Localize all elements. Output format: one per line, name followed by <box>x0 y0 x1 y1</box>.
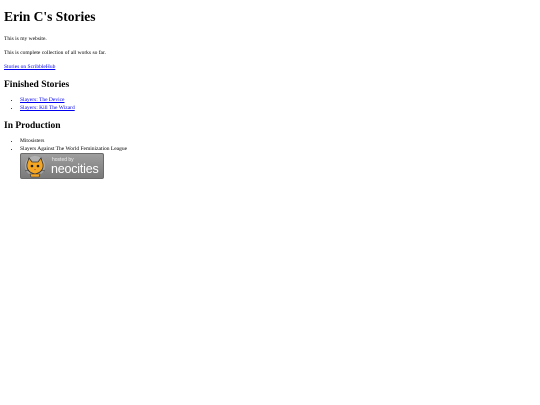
finished-stories-list: Slayers: The Device Slayers: Kill The Wi… <box>4 96 536 112</box>
intro-text: This is my website. <box>4 36 47 42</box>
story-link-slayers-kill-the-wizard[interactable]: Slayers: Kill The Wizard <box>20 105 75 111</box>
story-link-slayers-the-device[interactable]: Slayers: The Device <box>20 97 65 103</box>
page-content: Erin C's Stories This is my website. Thi… <box>0 0 540 179</box>
page-title: Erin C's Stories <box>4 9 96 24</box>
list-item: Slayers: Kill The Wizard <box>20 104 536 112</box>
neocities-cat-icon <box>24 156 46 178</box>
list-item: Slayers: The Device <box>20 96 536 104</box>
list-item: Slayers Against The World Feminization L… <box>20 145 536 153</box>
badge-big-text: neocities <box>51 162 99 176</box>
list-item: Mitosisters <box>20 137 536 145</box>
collection-text: This is complete collection of all works… <box>4 50 106 56</box>
in-production-list: Mitosisters Slayers Against The World Fe… <box>4 137 536 153</box>
scribblehub-paragraph: Stories on ScribbleHub <box>4 63 536 71</box>
finished-stories-heading: Finished Stories <box>4 80 70 90</box>
hosted-by-neocities-badge[interactable]: hosted by neocities <box>20 153 104 179</box>
scribblehub-link[interactable]: Stories on ScribbleHub <box>4 64 55 70</box>
in-production-heading: In Production <box>4 121 61 131</box>
